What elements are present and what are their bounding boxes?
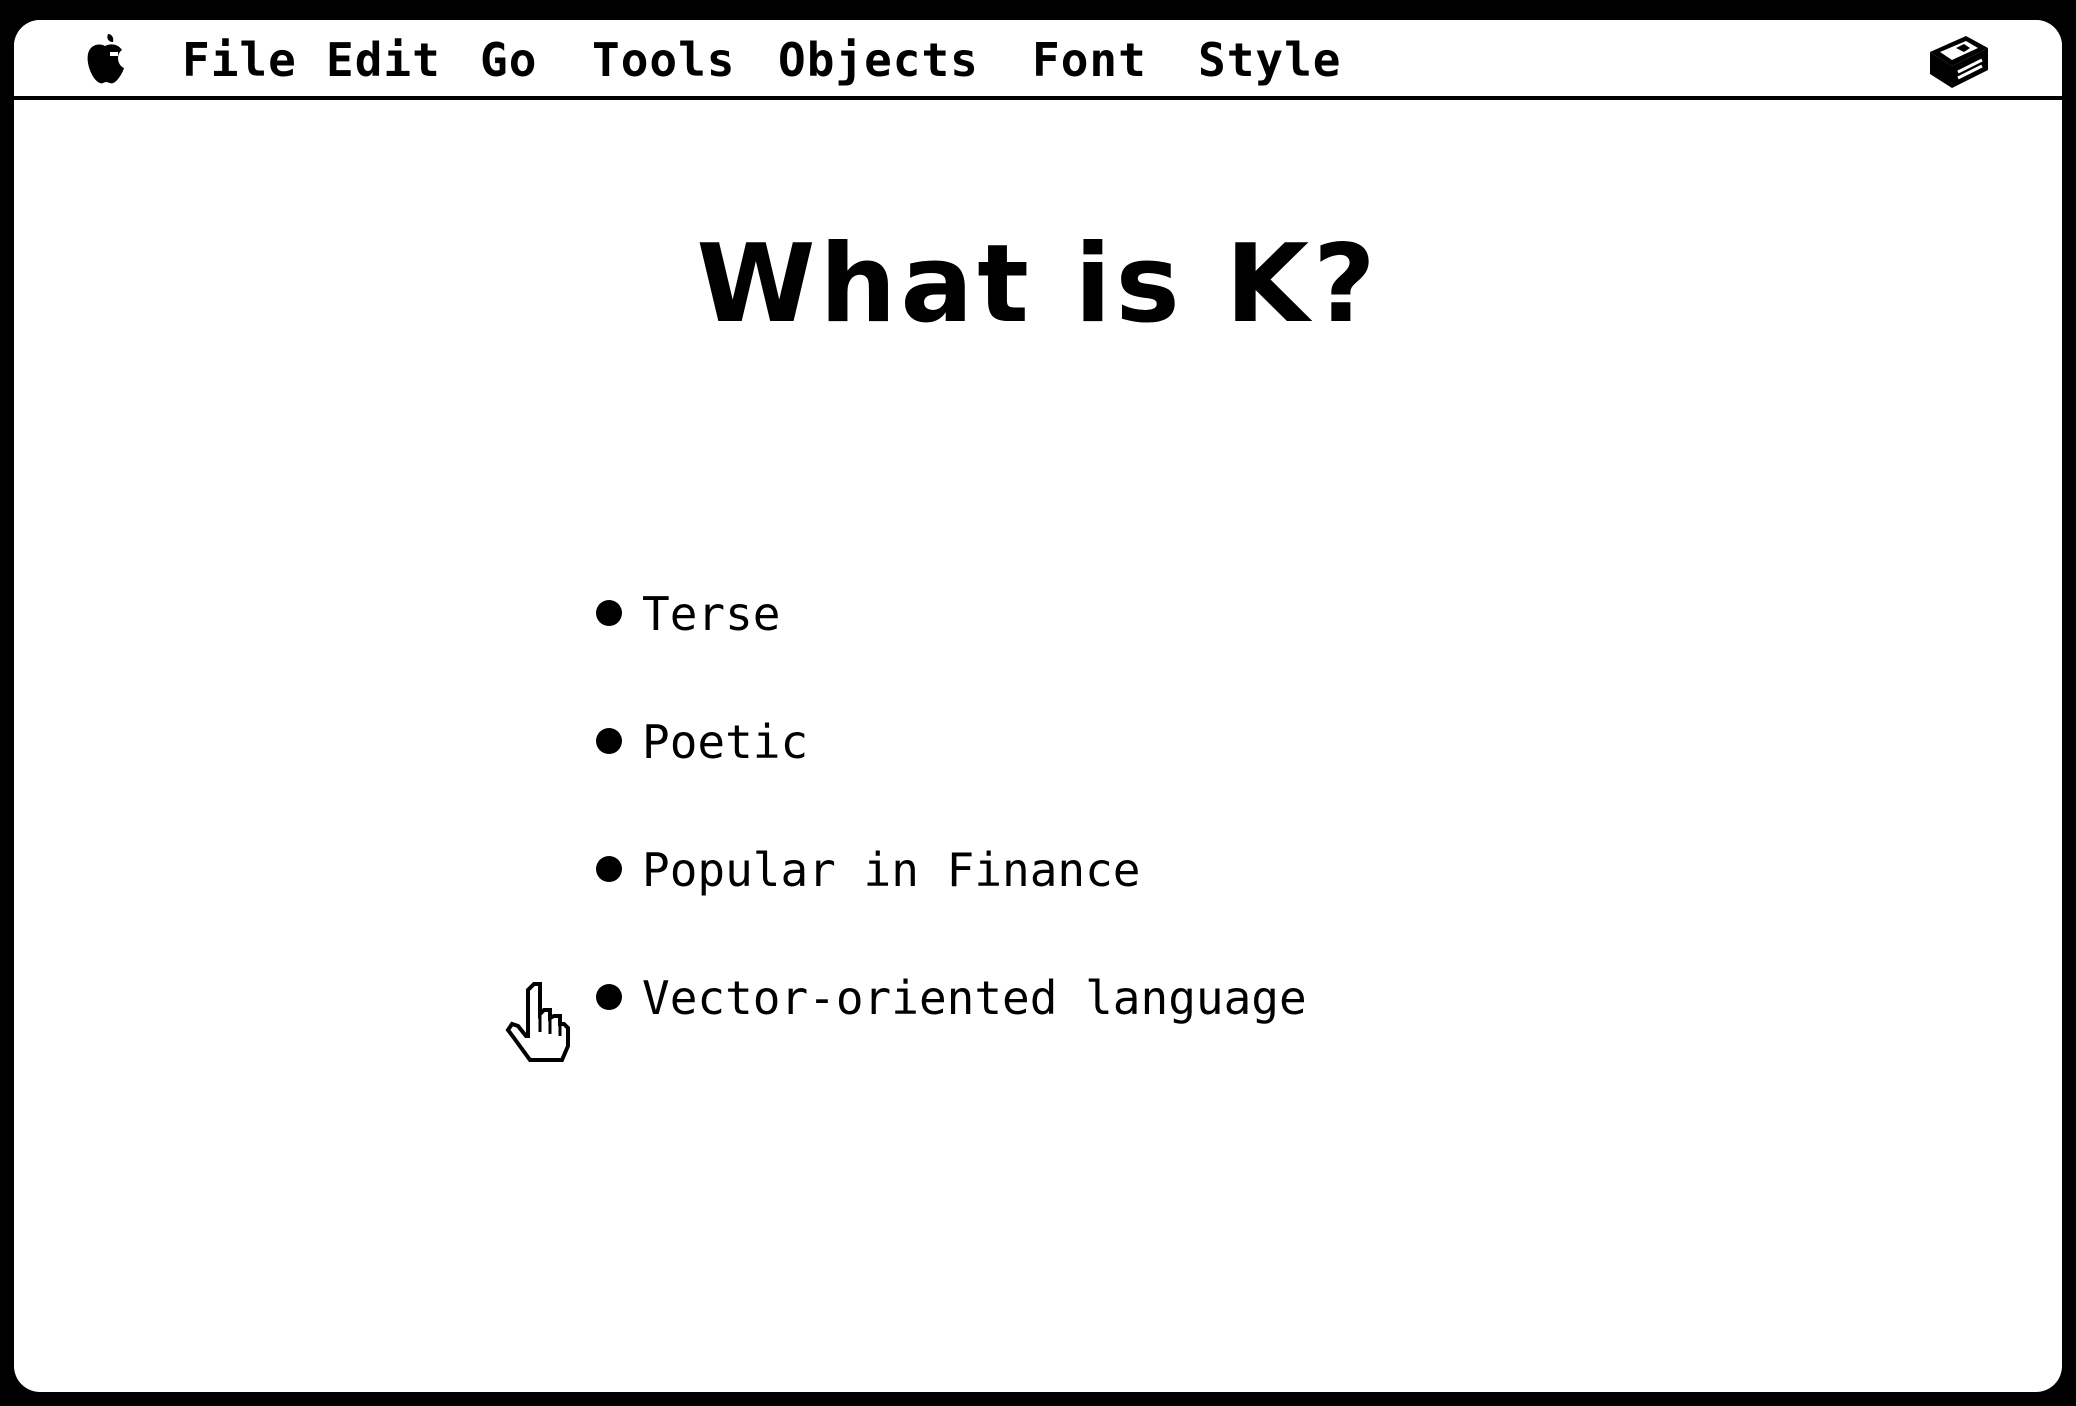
list-item: Popular in Finance bbox=[582, 822, 1307, 950]
hypercard-screen: File Edit Go Tools Objects Font Style Wh… bbox=[14, 20, 2062, 1392]
list-item: Terse bbox=[582, 566, 1307, 694]
bullet-text: Popular in Finance bbox=[642, 843, 1141, 897]
menu-go[interactable]: Go bbox=[480, 28, 537, 92]
menu-edit[interactable]: Edit bbox=[326, 28, 441, 92]
card-title: What is K? bbox=[696, 222, 1380, 347]
menu-font[interactable]: Font bbox=[1032, 28, 1147, 92]
bullet-text: Vector-oriented language bbox=[642, 971, 1307, 1025]
apple-logo-icon[interactable] bbox=[84, 32, 126, 86]
bullet-dot-icon bbox=[596, 728, 622, 754]
bullet-text: Poetic bbox=[642, 715, 809, 769]
bullet-text: Terse bbox=[642, 587, 781, 641]
bullet-list: Terse Poetic Popular in Finance Vector-o… bbox=[582, 566, 1307, 1078]
hypercard-stack-icon[interactable] bbox=[1926, 30, 1992, 92]
menu-style[interactable]: Style bbox=[1198, 28, 1341, 92]
menu-file[interactable]: File bbox=[182, 28, 297, 92]
browse-hand-cursor-icon bbox=[505, 982, 570, 1062]
list-item: Vector-oriented language bbox=[582, 950, 1307, 1078]
bullet-dot-icon bbox=[596, 600, 622, 626]
menu-tools[interactable]: Tools bbox=[592, 28, 735, 92]
bullet-dot-icon bbox=[596, 856, 622, 882]
menu-bar: File Edit Go Tools Objects Font Style bbox=[14, 20, 2062, 100]
menu-objects[interactable]: Objects bbox=[778, 28, 979, 92]
bullet-dot-icon bbox=[596, 984, 622, 1010]
list-item: Poetic bbox=[582, 694, 1307, 822]
